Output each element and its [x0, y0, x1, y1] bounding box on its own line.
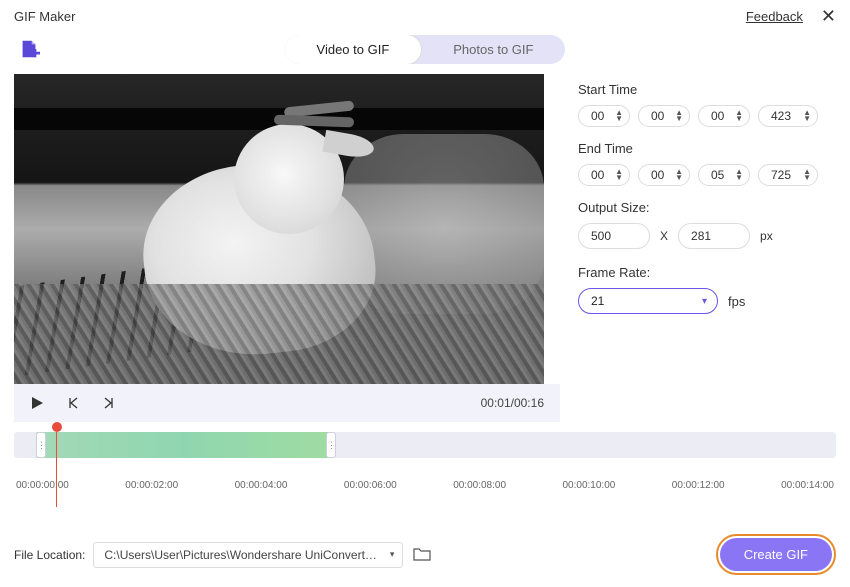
frame-rate-unit: fps: [728, 294, 745, 309]
timeline-ticks: 00:00:00:00 00:00:02:00 00:00:04:00 00:0…: [14, 480, 836, 491]
size-unit: px: [760, 229, 773, 243]
start-minutes-value: 00: [651, 109, 664, 123]
folder-icon[interactable]: [413, 546, 431, 564]
tick-label: 00:00:10:00: [562, 480, 615, 491]
output-height-input[interactable]: 281: [678, 223, 750, 249]
playhead[interactable]: [52, 422, 62, 507]
end-hours-value: 00: [591, 168, 604, 182]
prev-frame-icon[interactable]: [66, 396, 80, 410]
file-location-label: File Location:: [14, 548, 85, 562]
tick-label: 00:00:08:00: [453, 480, 506, 491]
feedback-link[interactable]: Feedback: [746, 9, 803, 24]
play-icon[interactable]: [30, 396, 44, 410]
tab-photos-to-gif[interactable]: Photos to GIF: [421, 35, 565, 64]
end-minutes-value: 00: [651, 168, 664, 182]
tick-label: 00:00:02:00: [125, 480, 178, 491]
tick-label: 00:00:04:00: [235, 480, 288, 491]
app-logo-icon: [18, 38, 40, 65]
timeline-track[interactable]: ⋮ ⋮: [14, 432, 836, 458]
end-ms-value: 725: [771, 168, 791, 182]
trim-end-handle[interactable]: ⋮: [326, 432, 336, 458]
start-hours-stepper[interactable]: 00▲▼: [578, 105, 630, 127]
chevron-down-icon: ▾: [390, 549, 395, 560]
file-location-value: C:\Users\User\Pictures\Wondershare UniCo…: [104, 548, 403, 562]
end-seconds-stepper[interactable]: 05▲▼: [698, 164, 750, 186]
window-title: GIF Maker: [14, 9, 75, 24]
start-seconds-stepper[interactable]: 00▲▼: [698, 105, 750, 127]
end-time-label: End Time: [578, 141, 836, 156]
start-time-label: Start Time: [578, 82, 836, 97]
mode-tabs: Video to GIF Photos to GIF: [0, 35, 850, 64]
file-location-path[interactable]: C:\Users\User\Pictures\Wondershare UniCo…: [93, 542, 403, 568]
playback-time: 00:01/00:16: [481, 396, 544, 410]
start-seconds-value: 00: [711, 109, 724, 123]
output-width-input[interactable]: 500: [578, 223, 650, 249]
next-frame-icon[interactable]: [102, 396, 116, 410]
end-minutes-stepper[interactable]: 00▲▼: [638, 164, 690, 186]
trim-start-handle[interactable]: ⋮: [36, 432, 46, 458]
timeline-selection[interactable]: [36, 432, 334, 458]
end-ms-stepper[interactable]: 725▲▼: [758, 164, 818, 186]
tick-label: 00:00:12:00: [672, 480, 725, 491]
frame-rate-value: 21: [591, 294, 604, 308]
start-ms-stepper[interactable]: 423▲▼: [758, 105, 818, 127]
start-ms-value: 423: [771, 109, 791, 123]
end-seconds-value: 05: [711, 168, 724, 182]
tick-label: 00:00:06:00: [344, 480, 397, 491]
start-minutes-stepper[interactable]: 00▲▼: [638, 105, 690, 127]
create-gif-button[interactable]: Create GIF: [720, 538, 832, 571]
frame-rate-label: Frame Rate:: [578, 265, 836, 280]
output-size-label: Output Size:: [578, 200, 836, 215]
tab-video-to-gif[interactable]: Video to GIF: [285, 35, 423, 64]
tick-label: 00:00:14:00: [781, 480, 834, 491]
frame-rate-select[interactable]: 21 ▾: [578, 288, 718, 314]
video-preview[interactable]: [14, 74, 544, 384]
chevron-down-icon: ▾: [702, 296, 707, 307]
start-hours-value: 00: [591, 109, 604, 123]
size-separator: X: [660, 229, 668, 243]
close-icon[interactable]: ✕: [821, 6, 836, 27]
end-hours-stepper[interactable]: 00▲▼: [578, 164, 630, 186]
